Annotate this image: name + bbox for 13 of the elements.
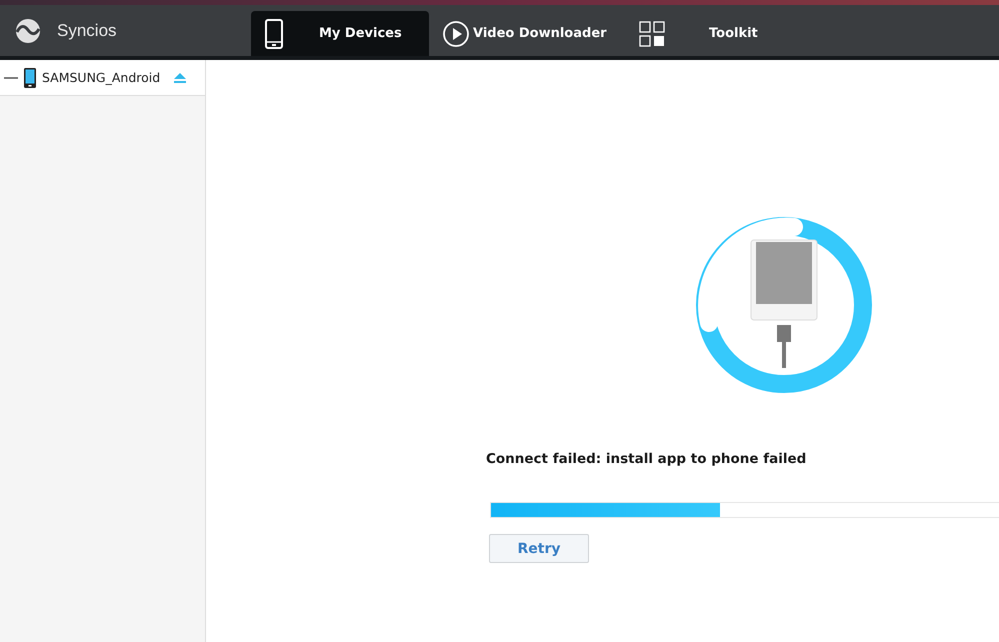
play-icon — [443, 20, 469, 46]
grid-icon — [639, 20, 665, 46]
status-message: Connect failed: install app to phone failed — [486, 451, 808, 467]
phone-icon — [265, 18, 283, 48]
nav-tab[interactable]: My Devices — [251, 11, 429, 56]
retry-button[interactable]: Retry — [489, 534, 589, 563]
phone-icon — [24, 68, 36, 88]
device-item[interactable]: SAMSUNG_Android — [0, 60, 205, 96]
app-name: Syncios — [57, 20, 117, 40]
nav-tab[interactable]: Toolkit — [625, 11, 775, 56]
device-name: SAMSUNG_Android — [42, 70, 160, 85]
logo-icon — [15, 18, 41, 44]
nav-tab[interactable]: Video Downloader — [429, 11, 625, 56]
